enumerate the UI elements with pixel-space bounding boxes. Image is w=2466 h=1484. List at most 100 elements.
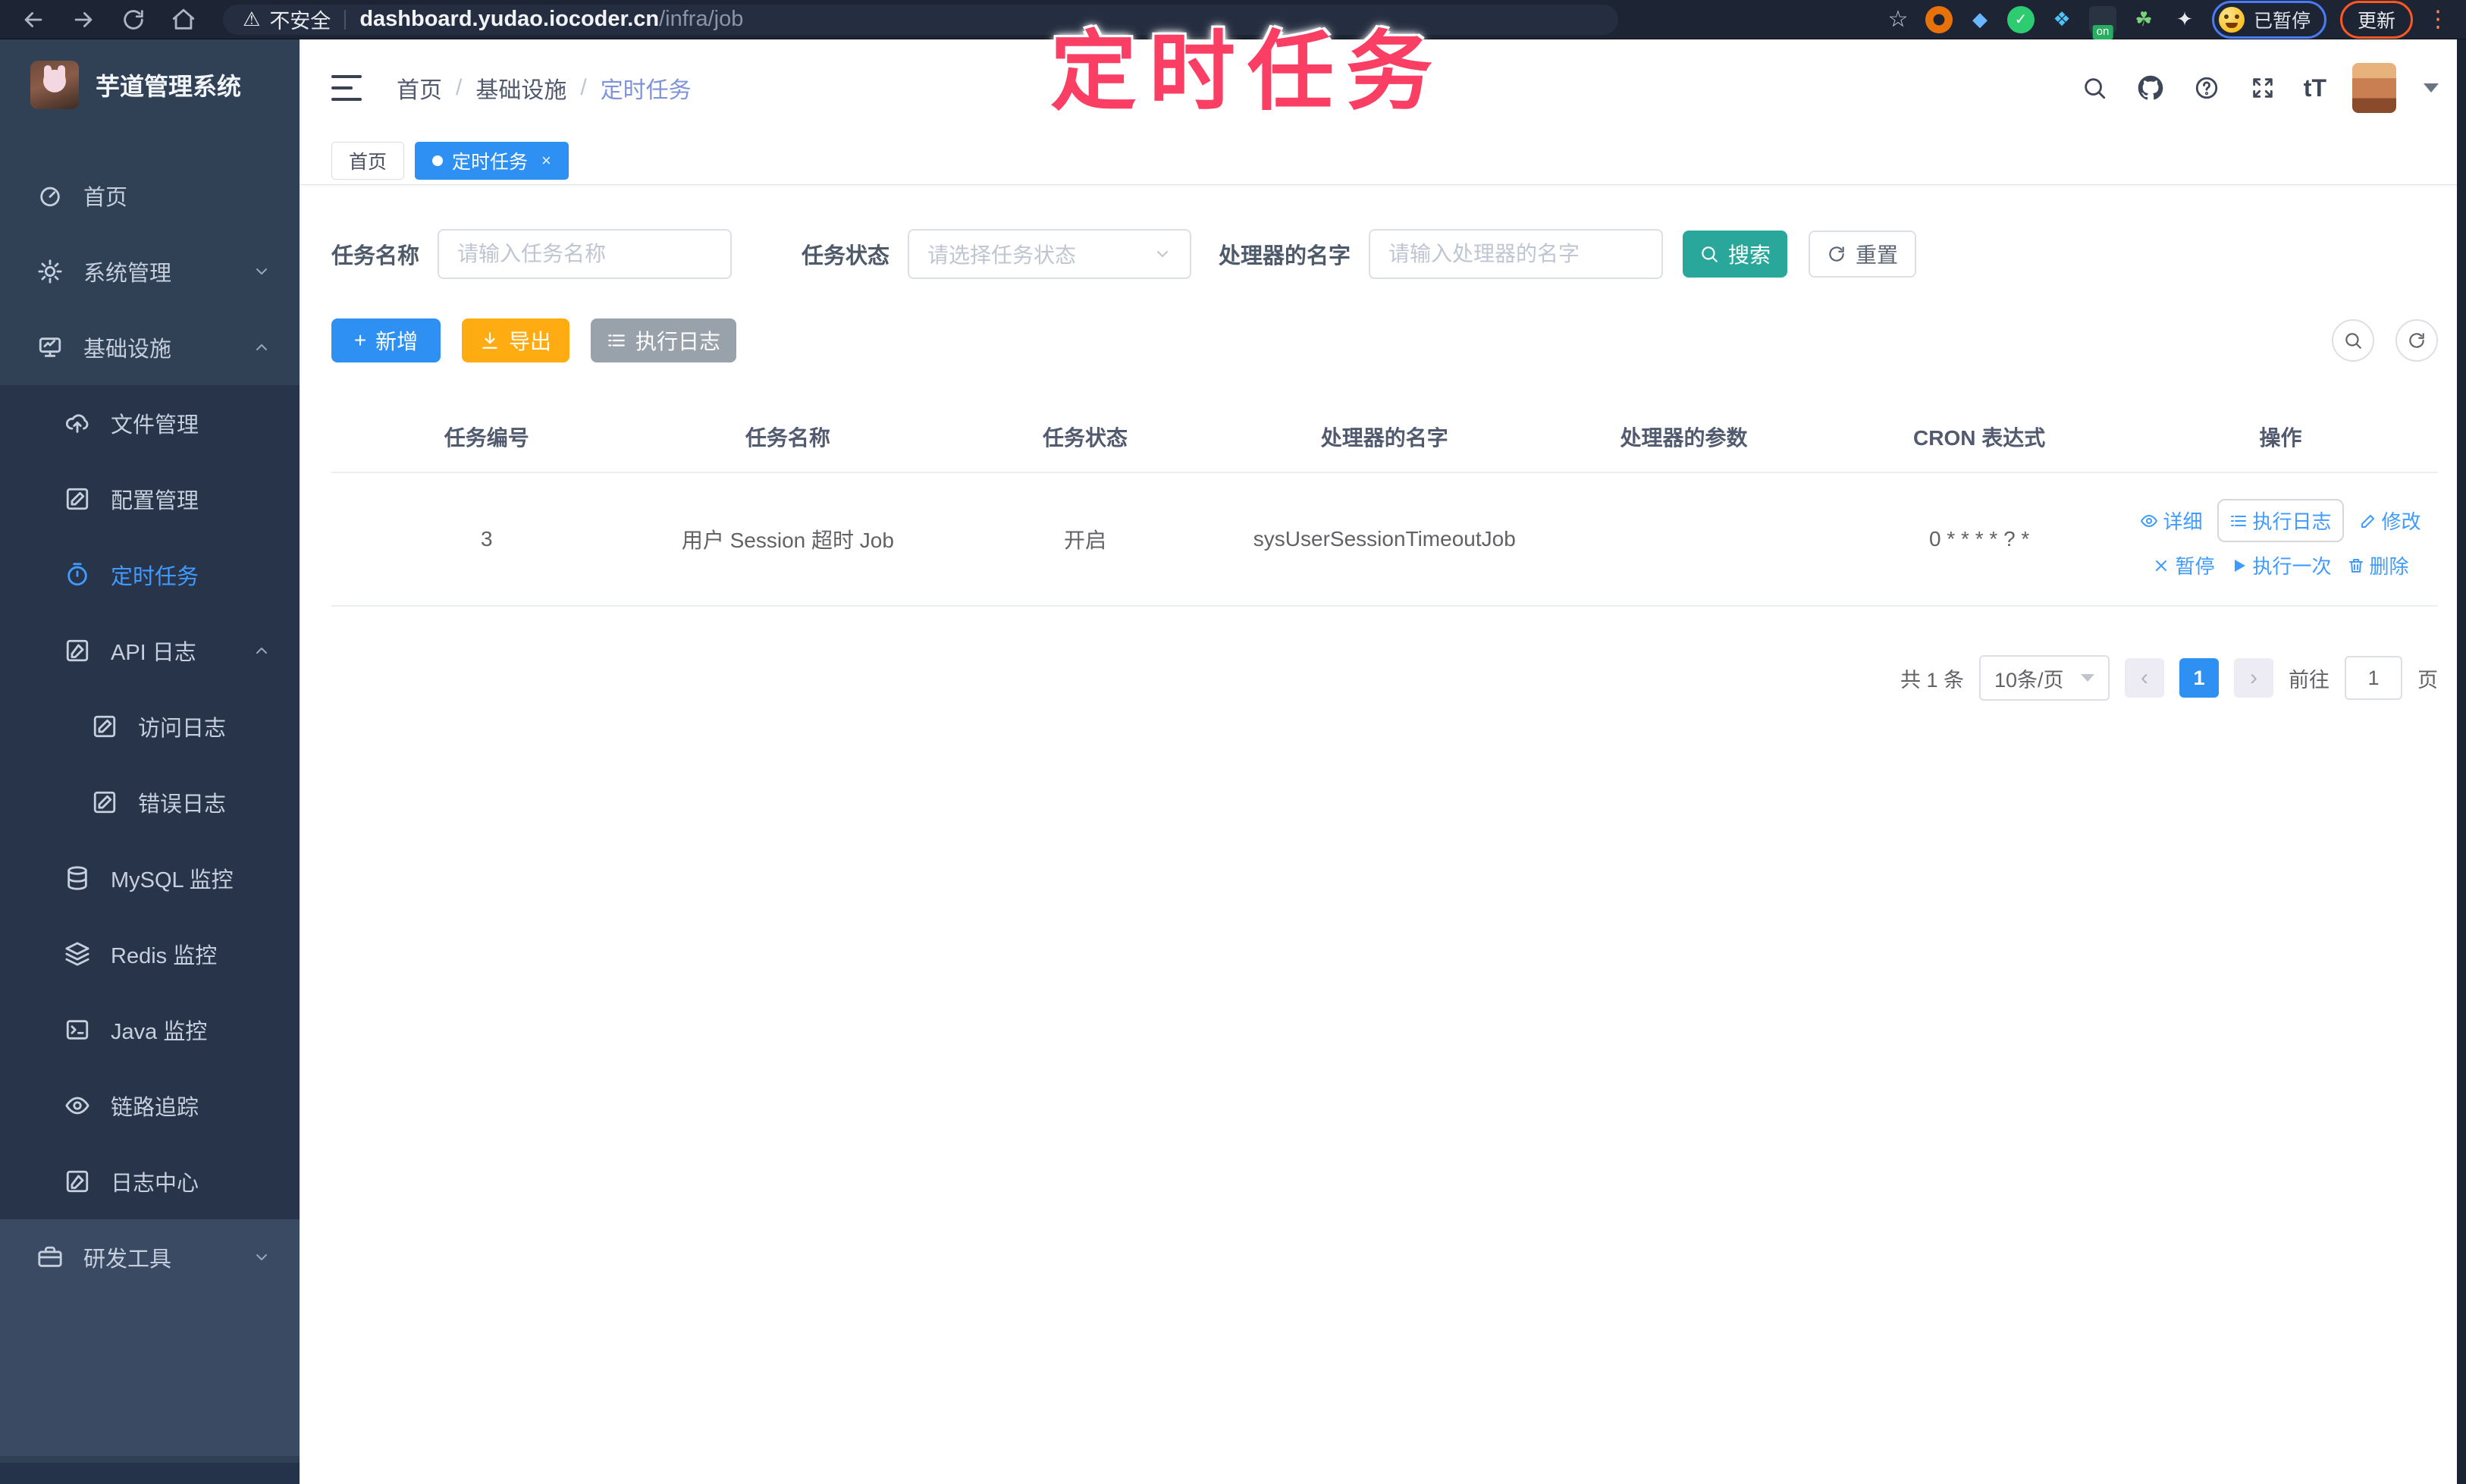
sidebar-item-log-center[interactable]: 日志中心 [0,1144,300,1219]
toolbar: + 新增 导出 执行日志 [331,318,2438,362]
terminal-icon [66,1020,89,1040]
search-button[interactable]: 搜索 [1683,231,1788,278]
user-avatar[interactable] [2352,63,2396,113]
sidebar: 芋道管理系统 首页 系统管理 基础设施 文件管理 配置管理 定时任务 API 日… [0,39,300,1484]
breadcrumb: 首页 / 基础设施 / 定时任务 [397,71,692,105]
font-size-icon[interactable]: tT [2304,74,2326,102]
row-exec-log-link[interactable]: 执行日志 [2217,499,2344,542]
window-scrollbar[interactable] [2457,39,2466,1484]
sidebar-item-scheduled-jobs[interactable]: 定时任务 [0,537,300,613]
browser-menu-icon[interactable]: ⋮ [2427,6,2449,33]
page-1-button[interactable]: 1 [2179,658,2219,698]
page-suffix-label: 页 [2417,668,2438,692]
sidebar-item-system[interactable]: 系统管理 [0,234,300,309]
page-root: ⚠ 不安全 dashboard.yudao.iocoder.cn /infra/… [0,0,2466,1484]
exec-log-button[interactable]: 执行日志 [591,318,736,362]
reset-button[interactable]: 重置 [1809,231,1917,278]
breadcrumb-current: 定时任务 [600,78,692,103]
sidebar-item-file-manage[interactable]: 文件管理 [0,385,300,461]
pause-link[interactable]: 暂停 [2152,551,2214,579]
breadcrumb-home[interactable]: 首页 [397,71,442,105]
help-icon[interactable] [2191,73,2222,103]
handler-input[interactable] [1369,229,1664,279]
export-button[interactable]: 导出 [462,318,569,362]
sidebar-item-java-monitor[interactable]: Java 监控 [0,992,300,1068]
job-status-select[interactable]: 请选择任务状态 [908,229,1192,279]
fullscreen-icon[interactable] [2248,73,2278,103]
delete-link[interactable]: 删除 [2347,551,2409,579]
select-chevron-icon [1157,251,1169,257]
total-count: 共 1 条 [1900,668,1964,692]
tab-close-icon[interactable]: × [541,151,551,171]
profile-paused-pill[interactable]: 已暂停 [2211,0,2326,39]
sidebar-item-home[interactable]: 首页 [0,158,300,234]
show-search-icon[interactable] [2332,319,2374,362]
dashboard-icon [40,187,60,207]
back-icon[interactable] [17,3,50,36]
app-logo-row[interactable]: 芋道管理系统 [0,39,300,127]
col-handler-param: 处理器的参数 [1532,399,1836,473]
avatar-caret-icon[interactable] [2424,83,2439,93]
url-path: /infra/job [659,7,744,31]
next-page-button[interactable]: › [2234,658,2273,698]
app-header: 首页 / 基础设施 / 定时任务 tT [300,39,2466,136]
profile-emoji-avatar [2218,6,2245,33]
home-icon[interactable] [167,3,200,36]
sidebar-item-mysql-monitor[interactable]: MySQL 监控 [0,840,300,916]
doc-icon [2231,515,2247,526]
tab-scheduled-jobs[interactable]: 定时任务 × [415,141,569,180]
breadcrumb-infra[interactable]: 基础设施 [475,71,566,105]
plus-icon: + [353,328,367,352]
chevron-down-icon [256,1254,267,1260]
goto-page-input[interactable] [2345,656,2402,700]
tab-home[interactable]: 首页 [331,141,405,180]
sidebar-item-api-log[interactable]: API 日志 [0,613,300,689]
tags-view-bar: 首页 定时任务 × [300,136,2466,185]
extensions-puzzle-icon[interactable]: ✦ [2170,5,2198,33]
extension-on-icon[interactable]: on [2088,5,2116,39]
reload-icon[interactable] [117,3,150,36]
bookmark-star-icon[interactable]: ☆ [1884,6,1912,33]
reset-icon [1829,246,1844,262]
detail-link[interactable]: 详细 [2140,507,2202,535]
extension-cluster-icon[interactable]: ❖ [2047,5,2075,33]
extension-leaf-icon[interactable]: ☘ [2129,5,2157,33]
select-caret-icon [2081,674,2094,682]
extension-green-check-icon[interactable]: ✓ [2006,5,2035,33]
toolbox-icon [38,1246,62,1267]
api-log-icon [66,639,89,662]
sidebar-item-error-log[interactable]: 错误日志 [0,764,300,840]
sidebar-item-infra[interactable]: 基础设施 [0,309,300,385]
cloud-upload-icon [65,414,89,433]
sidebar-item-access-log[interactable]: 访问日志 [0,689,300,764]
search-icon[interactable] [2079,73,2110,103]
sidebar-item-tracing[interactable]: 链路追踪 [0,1068,300,1144]
add-button[interactable]: + 新增 [331,318,441,362]
address-bar[interactable]: ⚠ 不安全 dashboard.yudao.iocoder.cn /infra/… [223,4,1618,35]
run-once-link[interactable]: 执行一次 [2229,551,2332,579]
extension-blue-icon[interactable]: ◆ [1966,5,1994,33]
list-icon [608,334,625,347]
play-icon [2235,559,2246,572]
sidebar-item-devtools[interactable]: 研发工具 [0,1219,300,1295]
app-title: 芋道管理系统 [96,73,242,100]
app-logo [30,61,79,109]
forward-icon[interactable] [67,3,100,36]
refresh-icon[interactable] [2395,319,2438,362]
browser-update-button[interactable]: 更新 [2339,0,2413,39]
chevron-up-icon [256,344,267,350]
browser-chrome: ⚠ 不安全 dashboard.yudao.iocoder.cn /infra/… [0,0,2466,39]
page-size-select[interactable]: 10条/页 [1979,655,2110,701]
edit-square-icon [66,488,89,510]
layers-icon [65,942,89,966]
search-icon [1702,246,1718,262]
job-name-input[interactable] [438,229,733,279]
sidebar-footer-strip [0,1463,300,1484]
modify-link[interactable]: 修改 [2359,507,2421,535]
sidebar-item-config-manage[interactable]: 配置管理 [0,461,300,537]
github-icon[interactable] [2135,73,2166,103]
prev-page-button[interactable]: ‹ [2125,658,2164,698]
collapse-menu-icon[interactable] [331,75,362,101]
extension-orange-icon[interactable] [1925,5,1953,33]
sidebar-item-redis-monitor[interactable]: Redis 监控 [0,916,300,992]
